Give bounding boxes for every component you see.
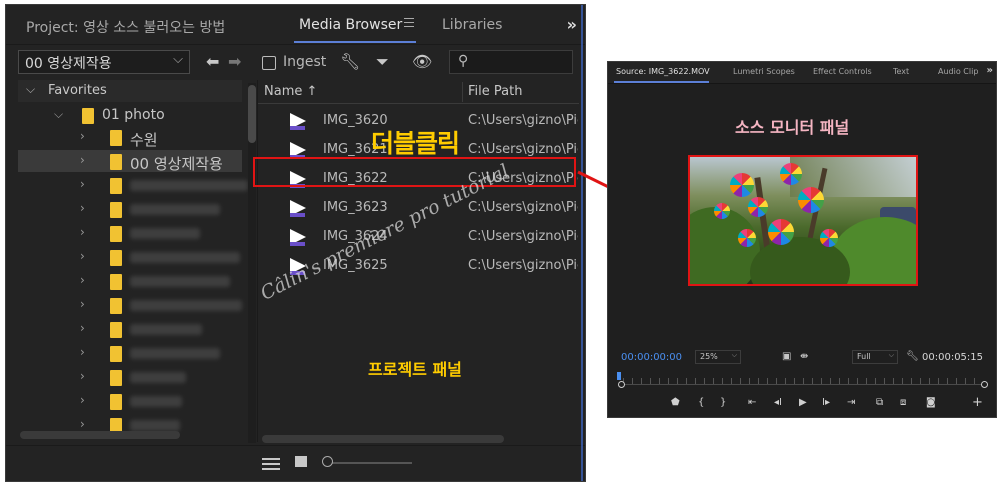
annotation-source-monitor: 소스 모니터 패널 bbox=[735, 118, 850, 137]
zoom-level-dropdown[interactable]: 25% ⌵ bbox=[695, 350, 741, 364]
more-tabs-icon[interactable]: » bbox=[987, 65, 993, 76]
add-button-icon[interactable]: + bbox=[972, 395, 983, 410]
out-point-handle[interactable] bbox=[981, 381, 988, 388]
drag-audio-icon[interactable]: ⇼ bbox=[800, 351, 808, 362]
active-tab-indicator bbox=[614, 81, 709, 83]
pinwheel bbox=[780, 163, 802, 185]
tab-effect-controls[interactable]: Effect Controls bbox=[813, 67, 872, 76]
pinwheel bbox=[738, 229, 756, 247]
pinwheel bbox=[820, 229, 838, 247]
go-to-out-icon[interactable]: ⇥ bbox=[847, 397, 855, 408]
video-preview[interactable] bbox=[688, 155, 918, 286]
monitor-tab-bar: Source: IMG_3622.MOV Lumetri Scopes Effe… bbox=[608, 62, 996, 84]
insert-icon[interactable]: ⧉ bbox=[876, 397, 883, 408]
mark-in-icon[interactable]: { bbox=[698, 397, 704, 408]
step-forward-icon[interactable]: I▸ bbox=[822, 397, 830, 408]
zoom-level-value: 25% bbox=[700, 352, 718, 361]
resolution-value: Full bbox=[857, 352, 871, 361]
chevron-down-icon: ⌵ bbox=[888, 351, 894, 359]
timeline-track bbox=[623, 384, 983, 385]
pinwheel bbox=[748, 197, 768, 217]
in-point-handle[interactable] bbox=[618, 381, 625, 388]
wrench-icon[interactable]: 🔧︎ bbox=[906, 351, 919, 362]
tab-source[interactable]: Source: IMG_3622.MOV bbox=[616, 67, 710, 76]
tab-lumetri-scopes[interactable]: Lumetri Scopes bbox=[733, 67, 795, 76]
drag-video-icon[interactable]: ▣ bbox=[782, 351, 791, 362]
tab-text[interactable]: Text bbox=[893, 67, 909, 76]
monitor-controls-row: 00:00:00:00 25% ⌵ ▣ ⇼ Full ⌵ 🔧︎ 00:00:05… bbox=[608, 348, 996, 368]
duration-timecode: 00:00:05:15 bbox=[922, 352, 984, 363]
pinwheel bbox=[730, 173, 754, 197]
playback-resolution-dropdown[interactable]: Full ⌵ bbox=[852, 350, 898, 364]
overwrite-icon[interactable]: ⧈ bbox=[900, 397, 906, 408]
source-monitor-panel: Source: IMG_3622.MOV Lumetri Scopes Effe… bbox=[607, 61, 997, 418]
pinwheel bbox=[768, 219, 794, 245]
chevron-down-icon: ⌵ bbox=[731, 351, 737, 359]
go-to-in-icon[interactable]: ⇤ bbox=[748, 397, 756, 408]
pinwheel bbox=[714, 203, 730, 219]
transport-controls: ⬟ { } ⇤ ◂I ▶ I▸ ⇥ ⧉ ⧈ ◙ + bbox=[608, 395, 996, 412]
playhead-timecode[interactable]: 00:00:00:00 bbox=[621, 352, 682, 363]
mark-out-icon[interactable]: } bbox=[720, 397, 726, 408]
tab-audio-clip[interactable]: Audio Clip bbox=[938, 67, 978, 76]
add-marker-icon[interactable]: ⬟ bbox=[671, 397, 680, 408]
playhead-marker[interactable] bbox=[617, 372, 621, 380]
play-icon[interactable]: ▶ bbox=[799, 397, 807, 408]
monitor-timeline-ruler[interactable] bbox=[617, 372, 989, 388]
export-frame-icon[interactable]: ◙ bbox=[926, 397, 936, 408]
pinwheel bbox=[798, 187, 824, 213]
step-back-icon[interactable]: ◂I bbox=[774, 397, 782, 408]
